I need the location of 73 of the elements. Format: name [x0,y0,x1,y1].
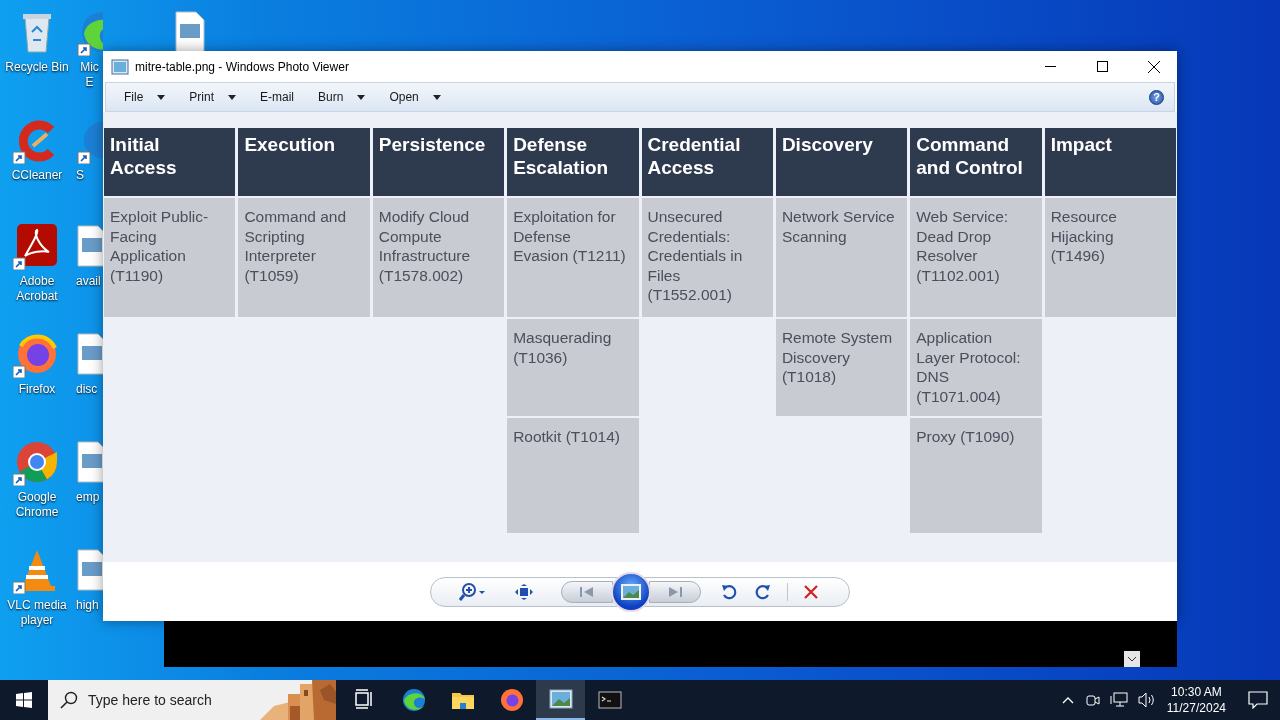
menu-button[interactable]: E-mail [250,87,305,107]
search-icon [60,691,78,709]
column-header: Initial Access [104,128,236,196]
technique-cell: Exploit Public-Facing Application (T1190) [104,198,236,317]
technique-cell: Resource Hijacking (T1496) [1044,198,1176,317]
search-box[interactable]: Type here to search [48,680,336,720]
maximize-icon [1096,61,1108,72]
menu-button[interactable]: Print [179,87,247,107]
close-icon [1148,60,1160,73]
desktop-shortcut[interactable]: Firefox [0,330,74,397]
technique-cell: Network Service Scanning [775,198,908,317]
technique-cell: Rootkit (T1014) [507,418,639,533]
desktop-shortcut[interactable]: VLC media player [0,546,74,628]
column-header: Defense Escalation [507,128,639,196]
speaker-icon [1137,692,1156,708]
camera-icon [1083,692,1100,708]
rotate-right-button[interactable] [755,583,771,600]
menu-button[interactable]: Burn [308,87,376,107]
technique-cell: Modify Cloud Compute Infrastructure (T1578.002) [372,198,505,317]
desktop-shortcut[interactable]: CCleaner [0,116,74,183]
column-header: Persistence [372,128,505,196]
slideshow-button[interactable] [611,571,651,612]
rotate-left-button[interactable] [721,583,737,600]
menu-button[interactable]: Open [379,87,451,107]
desktop-shortcut[interactable]: S [76,116,103,183]
minimize-icon [1044,65,1056,68]
network-icon [1109,692,1128,708]
edge-icon [401,688,426,712]
file-icon [76,438,103,486]
technique-cell: Masquerading (T1036) [507,319,639,416]
photo-viewer-icon [111,58,129,75]
window-title: mitre-table.png - Windows Photo Viewer [135,59,350,74]
chevron-down-icon [1128,656,1136,662]
column-header: Command and Control [910,128,1042,196]
previous-icon [580,586,594,597]
file-icon [76,330,103,378]
scroll-down-button[interactable] [1124,651,1140,667]
column-header: Execution [238,128,370,196]
delete-icon [804,584,818,599]
slideshow-icon [621,583,641,600]
technique-cell: Command and Scripting Interpreter (T1059) [238,198,370,317]
desktop-shortcut[interactable]: Adobe Acrobat [0,222,74,304]
column-header: Discovery [775,128,908,196]
technique-cell: Exploitation for Defense Evasion (T1211) [507,198,639,317]
technique-cell: Unsecured Credentials: Credentials in Files (T1552.001) [641,198,773,317]
windows-logo-icon [16,692,32,708]
desktop-shortcut[interactable]: Recycle Bin [0,8,74,75]
zoom-icon [459,582,487,601]
technique-cell: Remote System Discovery (T1018) [775,319,908,416]
speech-bubble-icon [1248,691,1268,709]
file-icon [76,222,103,270]
rotate-right-icon [755,583,771,600]
delete-button[interactable] [804,584,818,599]
taskbar-app-button[interactable] [536,680,585,720]
clock-time[interactable]: 10:30 AM [1171,684,1222,700]
help-button[interactable]: ? [1149,89,1164,105]
menu-button[interactable]: File [114,87,176,107]
fit-icon [515,583,533,600]
chevron-up-icon [1061,696,1074,704]
desktop-shortcut[interactable]: Google Chrome [0,438,74,520]
photos-icon [548,687,573,711]
firefox-icon [499,688,524,712]
rotate-left-icon [721,583,737,600]
column-header: Credential Access [641,128,773,196]
clock-date[interactable]: 11/27/2024 [1166,700,1226,716]
technique-cell: Web Service: Dead Drop Resolver (T1102.001) [910,198,1042,317]
technique-cell: Application Layer Protocol: DNS (T1071.004) [910,319,1042,416]
actual-size-button[interactable] [515,583,533,600]
column-header: Impact [1044,128,1176,196]
technique-cell: Proxy (T1090) [910,418,1042,533]
next-icon [668,586,682,597]
terminal-icon [597,688,622,712]
zoom-button[interactable] [459,582,487,601]
